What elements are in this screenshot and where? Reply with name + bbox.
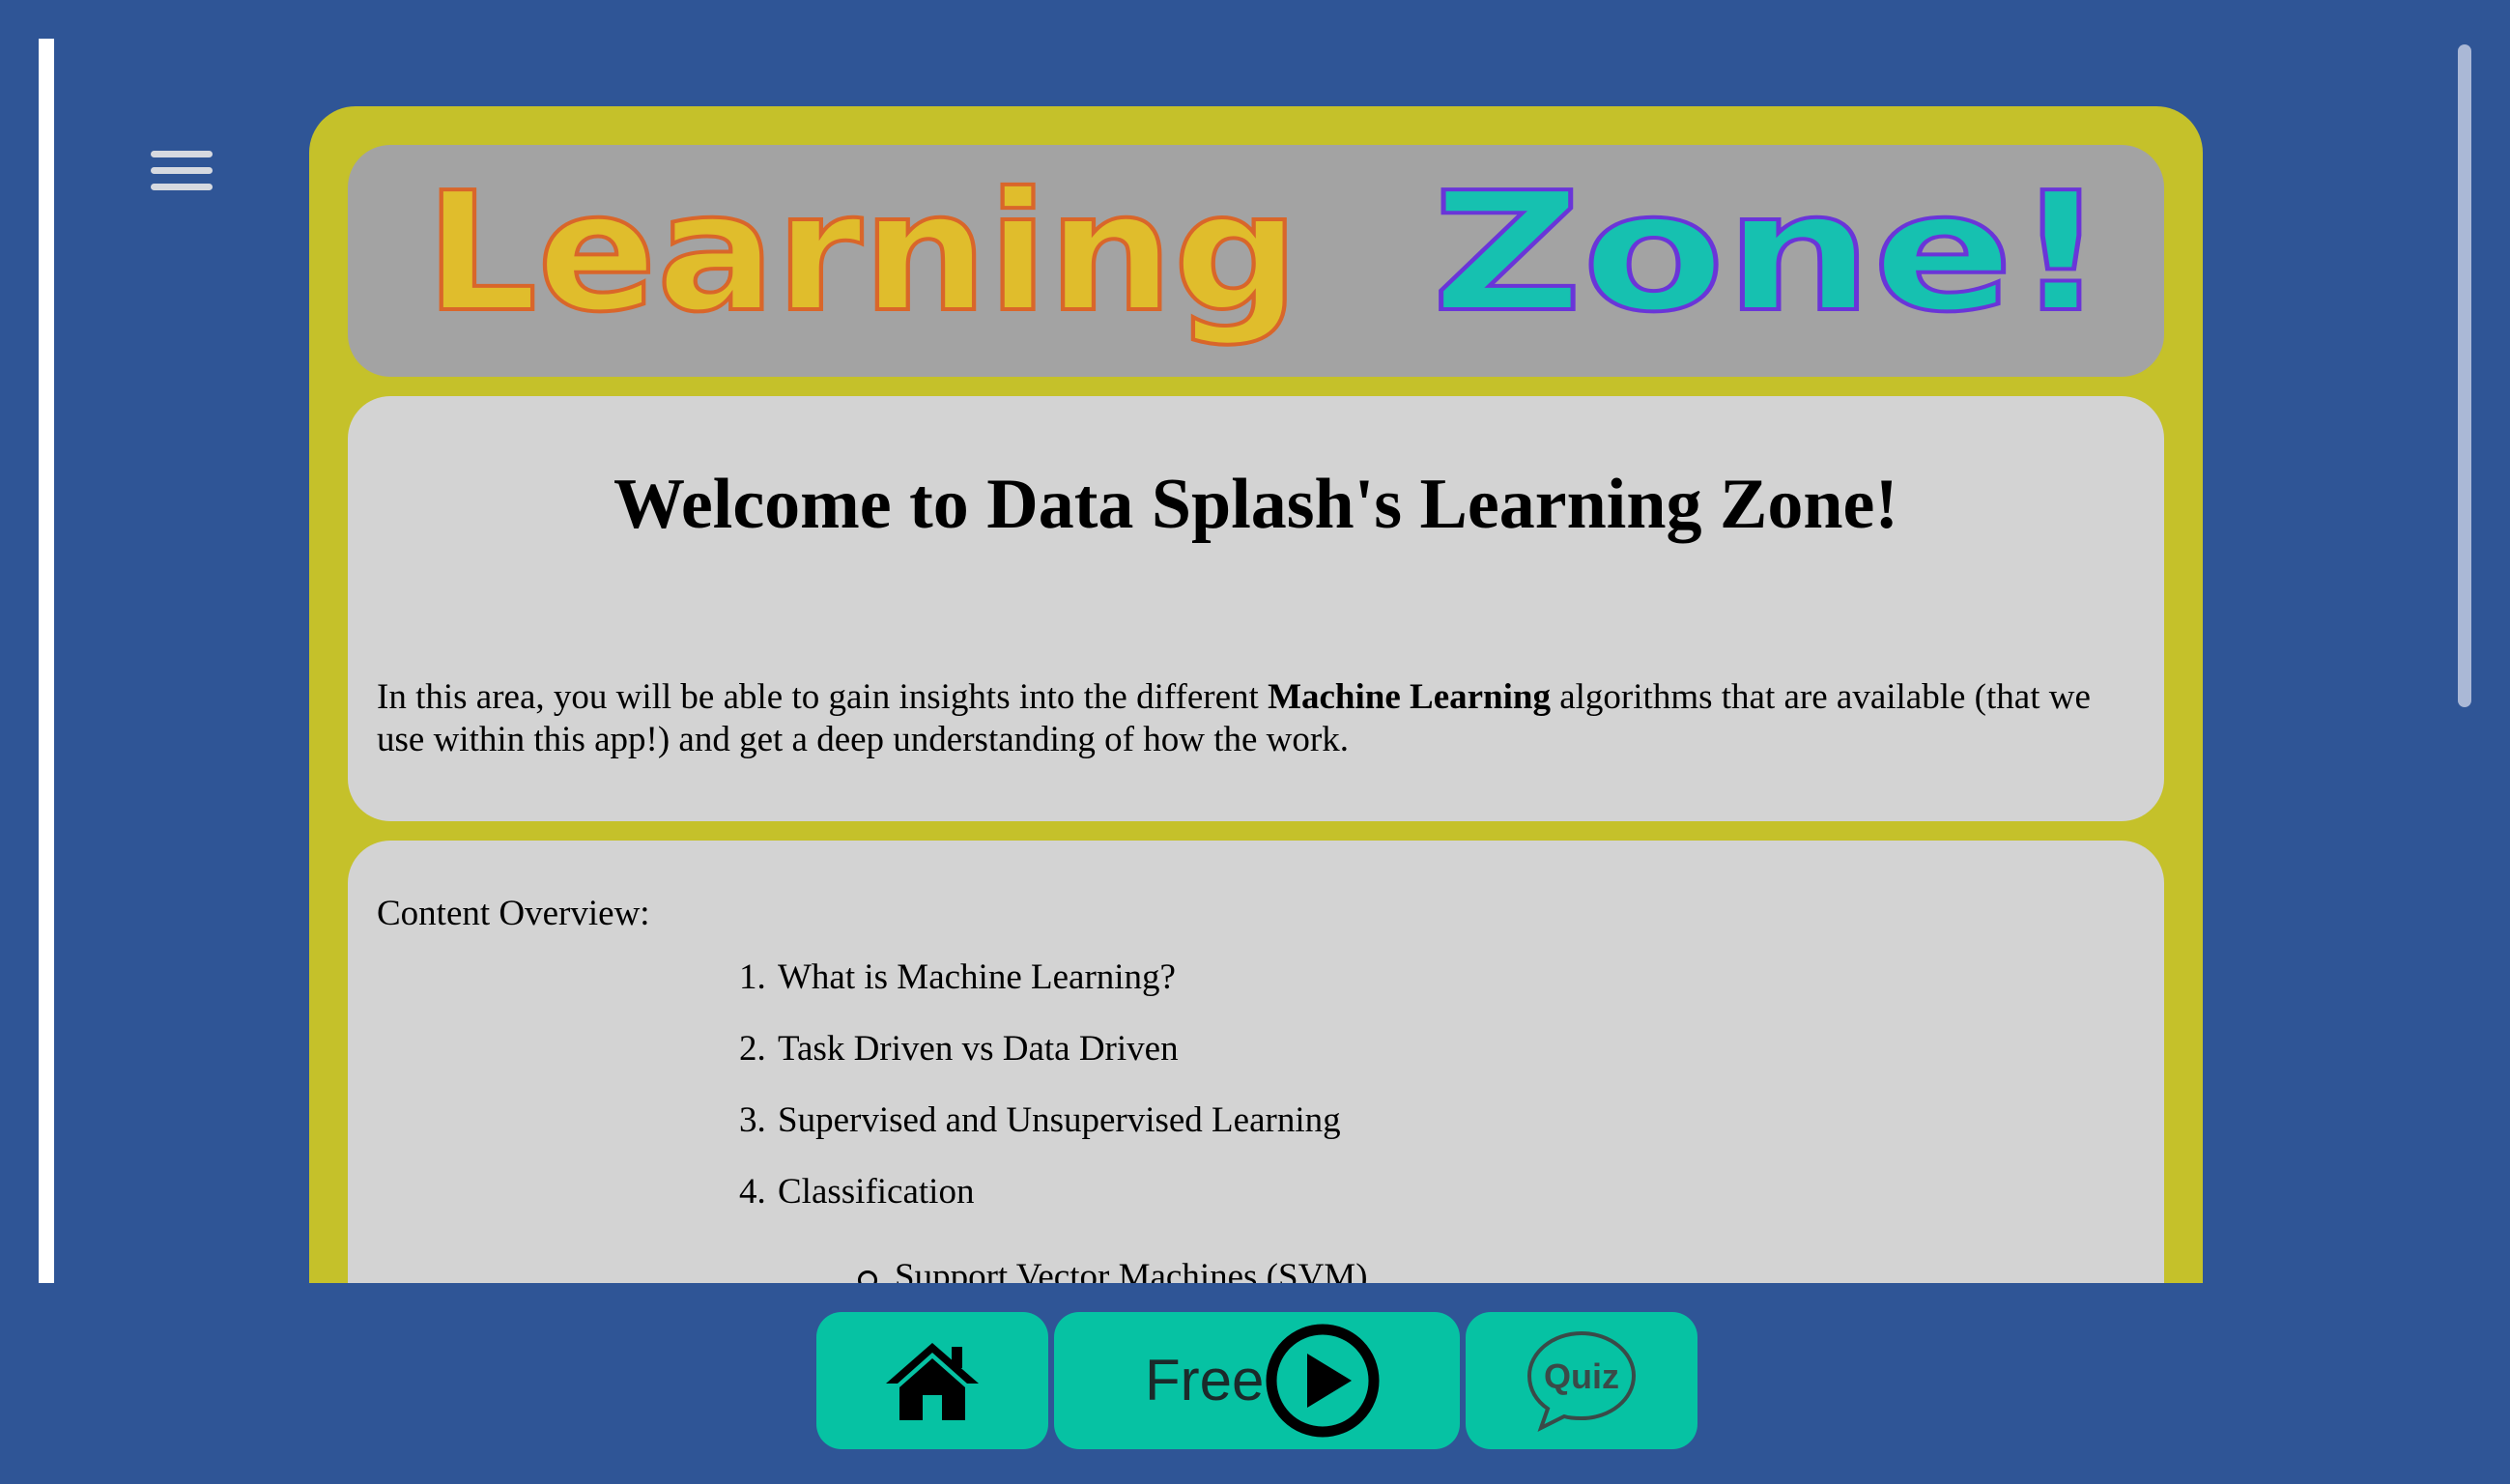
circle-bullet-icon bbox=[858, 1270, 877, 1283]
free-play-label: Free bbox=[1145, 1348, 1265, 1413]
classification-sublist: Support Vector Machines (SVM) bbox=[858, 1256, 1368, 1283]
left-edge-bar bbox=[39, 39, 54, 1283]
content-overview-title: Content Overview: bbox=[377, 894, 650, 933]
overview-item-number: 1. bbox=[739, 957, 766, 997]
learning-zone-banner: Learning Zone! bbox=[348, 145, 2164, 377]
scrollbar-thumb[interactable] bbox=[2458, 44, 2471, 707]
overview-item[interactable]: 1. What is Machine Learning? bbox=[739, 956, 1341, 1028]
overview-item-label: Supervised and Unsupervised Learning bbox=[778, 1100, 1341, 1140]
overview-item-label: Classification bbox=[778, 1172, 975, 1212]
overview-item-label: What is Machine Learning? bbox=[778, 957, 1176, 997]
overview-item-number: 3. bbox=[739, 1100, 766, 1140]
intro-text: In this area, you will be able to gain i… bbox=[377, 677, 1269, 717]
welcome-panel: Welcome to Data Splash's Learning Zone! … bbox=[348, 396, 2164, 821]
overview-subitem[interactable]: Support Vector Machines (SVM) bbox=[858, 1256, 1368, 1283]
page-title: Welcome to Data Splash's Learning Zone! bbox=[613, 465, 1898, 544]
overview-item[interactable]: 2. Task Driven vs Data Driven bbox=[739, 1028, 1341, 1099]
banner-word-zone: Zone! bbox=[1432, 157, 2108, 349]
home-button[interactable] bbox=[816, 1312, 1048, 1449]
overview-item[interactable]: 3. Supervised and Unsupervised Learning bbox=[739, 1099, 1341, 1171]
menu-line bbox=[151, 167, 213, 174]
overview-item[interactable]: 4. Classification bbox=[739, 1171, 1341, 1242]
intro-bold-term: Machine Learning bbox=[1268, 677, 1551, 717]
menu-line bbox=[151, 151, 213, 157]
overview-item-label: Task Driven vs Data Driven bbox=[778, 1029, 1179, 1069]
bottom-nav-bar: Free Quiz bbox=[0, 1283, 2510, 1484]
overview-item-number: 4. bbox=[739, 1172, 766, 1212]
quiz-label: Quiz bbox=[1544, 1356, 1619, 1396]
banner-logo: Learning Zone! bbox=[423, 156, 2110, 351]
quiz-button[interactable]: Quiz bbox=[1466, 1312, 1697, 1449]
content-overview-list: 1. What is Machine Learning? 2. Task Drive… bbox=[739, 956, 1341, 1242]
overview-subitem-label: Support Vector Machines (SVM) bbox=[895, 1257, 1368, 1283]
home-icon bbox=[886, 1343, 979, 1420]
banner-word-learning: Learning bbox=[425, 157, 1299, 349]
play-circle-icon bbox=[1266, 1324, 1380, 1438]
learning-zone-card: Learning Zone! Welcome to Data Splash's … bbox=[309, 106, 2203, 1283]
overview-item-number: 2. bbox=[739, 1029, 766, 1069]
hamburger-menu-icon[interactable] bbox=[145, 145, 222, 203]
quiz-bubble-icon: Quiz bbox=[1526, 1330, 1637, 1432]
intro-paragraph: In this area, you will be able to gain i… bbox=[377, 676, 2135, 761]
menu-line bbox=[151, 184, 213, 190]
content-overview-panel: Content Overview: 1. What is Machine Lear… bbox=[348, 841, 2164, 1283]
free-play-button[interactable]: Free bbox=[1054, 1312, 1460, 1449]
